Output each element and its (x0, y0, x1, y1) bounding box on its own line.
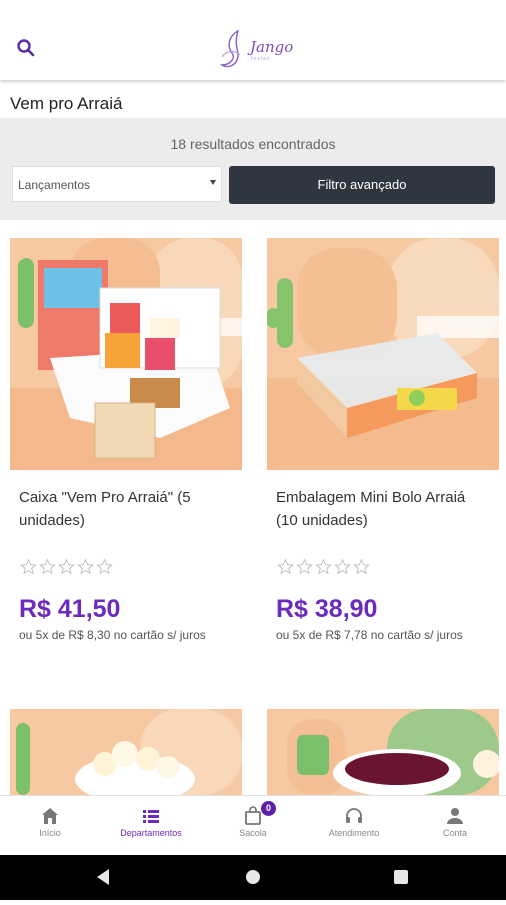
product-price: R$ 41,50 (19, 595, 121, 623)
star-empty-icon (96, 558, 113, 575)
nav-label: Departamentos (120, 828, 182, 838)
list-icon (143, 810, 159, 823)
product-image[interactable] (267, 238, 499, 470)
product-card[interactable] (267, 709, 499, 795)
star-empty-icon (77, 558, 94, 575)
star-empty-icon (353, 558, 370, 575)
product-name[interactable]: Caixa "Vem Pro Arraiá" (5 unidades) (19, 486, 229, 532)
logo-wordmark: Jango (250, 38, 294, 56)
headset-icon (346, 808, 362, 823)
nav-item-account[interactable]: Conta (405, 796, 505, 856)
home-icon (42, 808, 58, 824)
star-empty-icon (20, 558, 37, 575)
brand-logo[interactable]: Jango festas (216, 27, 296, 71)
nav-label: Conta (442, 828, 468, 838)
product-image[interactable] (267, 709, 499, 795)
recents-icon[interactable] (394, 870, 408, 884)
rating-stars (276, 558, 371, 576)
app-header: Jango festas (0, 0, 506, 80)
system-navigation-bar (0, 855, 506, 900)
bag-count-badge: 0 (261, 801, 276, 816)
back-icon[interactable] (97, 869, 109, 885)
nav-item-bag[interactable]: 0 Sacola (203, 796, 303, 856)
bottom-navigation: Início Departamentos 0 Sacola Atendiment… (0, 795, 506, 856)
installments-text: ou 5x de R$ 8,30 no cartão s/ juros (19, 628, 206, 642)
home-button-icon[interactable] (246, 870, 260, 884)
star-empty-icon (39, 558, 56, 575)
product-image[interactable] (10, 238, 242, 470)
dropdown-arrow-icon (210, 180, 216, 185)
product-name[interactable]: Embalagem Mini Bolo Arraiá (10 unidades) (276, 486, 486, 532)
installments-text: ou 5x de R$ 7,78 no cartão s/ juros (276, 628, 463, 642)
star-empty-icon (58, 558, 75, 575)
logo-subtext: festas (251, 56, 271, 62)
search-icon[interactable] (14, 36, 38, 60)
star-empty-icon (277, 558, 294, 575)
page-title: Vem pro Arraiá (10, 94, 123, 113)
sort-select[interactable]: Lançamentos (12, 166, 222, 202)
product-image[interactable] (10, 709, 242, 795)
sort-selected-value: Lançamentos (18, 178, 91, 192)
nav-item-departments[interactable]: Departamentos (101, 796, 201, 856)
product-card[interactable] (10, 709, 242, 795)
nav-label: Sacola (239, 828, 267, 838)
nav-item-support[interactable]: Atendimento (304, 796, 404, 856)
nav-item-home[interactable]: Início (0, 796, 100, 856)
star-empty-icon (315, 558, 332, 575)
star-empty-icon (296, 558, 313, 575)
person-icon (447, 808, 463, 824)
nav-label: Atendimento (328, 828, 380, 838)
filter-bar: 18 resultados encontrados Lançamentos Fi… (0, 118, 506, 220)
nav-label: Início (39, 828, 61, 838)
advanced-filter-button[interactable]: Filtro avançado (229, 166, 495, 204)
rating-stars (19, 558, 114, 576)
results-count: 18 resultados encontrados (170, 136, 336, 152)
star-empty-icon (334, 558, 351, 575)
bag-icon (245, 806, 261, 825)
product-price: R$ 38,90 (276, 595, 378, 623)
